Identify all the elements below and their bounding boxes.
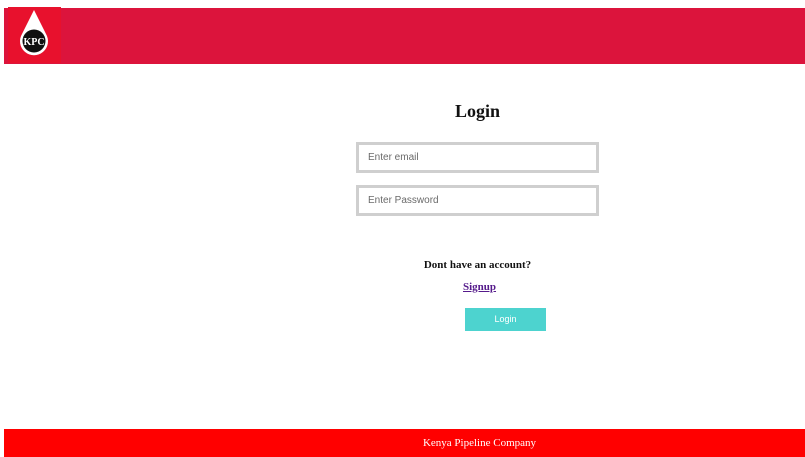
signup-link[interactable]: Signup <box>463 281 496 293</box>
header-bar <box>4 8 805 64</box>
email-input[interactable] <box>356 142 599 173</box>
login-button[interactable]: Login <box>465 308 546 331</box>
kpc-logo-icon: KPC <box>20 10 49 56</box>
password-input[interactable] <box>356 185 599 216</box>
kpc-logo[interactable]: KPC <box>8 7 61 63</box>
login-page: KPC Login Dont have an account? Signup L… <box>0 0 805 457</box>
page-title: Login <box>454 101 501 121</box>
footer-text: Kenya Pipeline Company <box>422 437 537 449</box>
no-account-text: Dont have an account? <box>423 259 532 271</box>
logo-text: KPC <box>23 37 44 48</box>
footer-bar: Kenya Pipeline Company <box>4 429 805 457</box>
